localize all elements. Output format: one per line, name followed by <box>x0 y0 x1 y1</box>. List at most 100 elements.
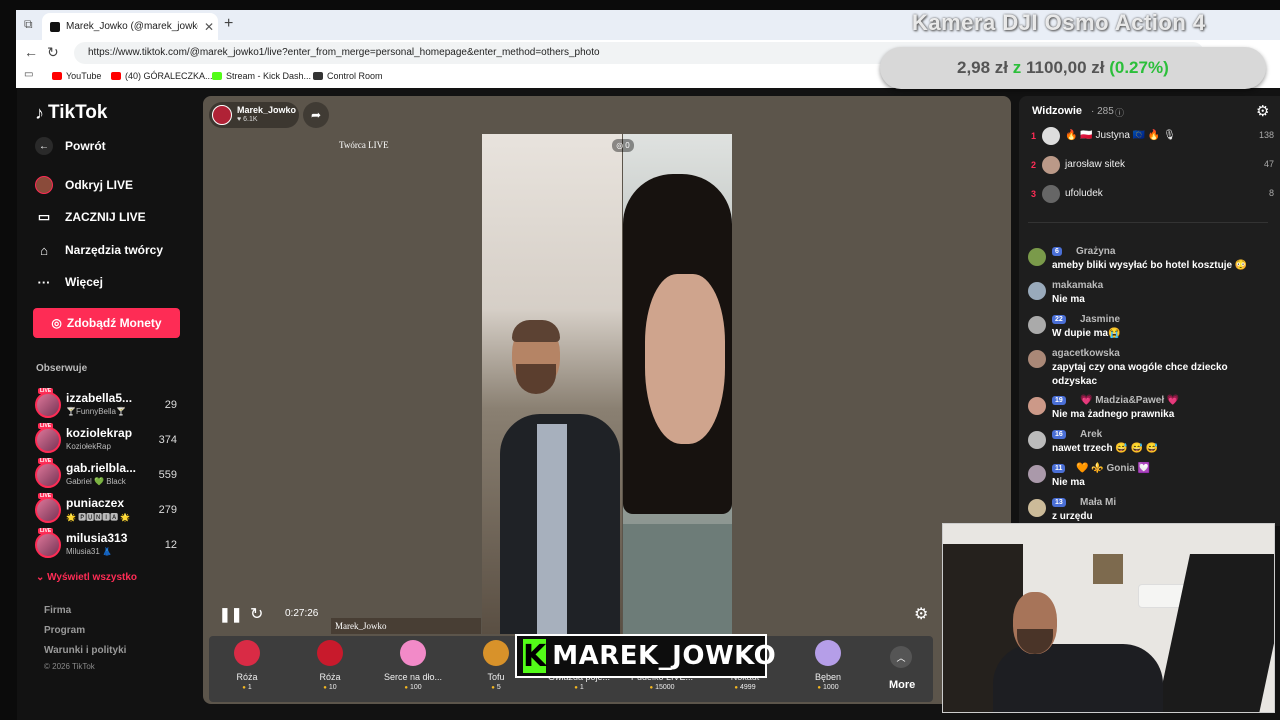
reading-list-icon[interactable]: ▭ <box>24 69 33 80</box>
goal-separator: z <box>1012 58 1022 77</box>
browser-tab-active[interactable]: Marek_Jowko (@marek_jowko1) p ✕ <box>42 13 218 40</box>
close-tab-icon[interactable]: ✕ <box>204 20 214 34</box>
player-settings-button[interactable]: ⚙ <box>914 604 928 624</box>
following-item[interactable]: LIVE koziolekrap KoziołekRap 374 <box>35 423 185 455</box>
avatar <box>1028 397 1046 415</box>
gift-item[interactable]: Bęben 1000 <box>788 640 868 691</box>
following-item[interactable]: LIVE gab.rielbla... Gabriel 💚 Black 559 <box>35 458 185 490</box>
gift-price: 1 <box>539 684 619 691</box>
goal-current: 2,98 zł <box>957 58 1009 77</box>
chat-text: Nie ma żadnego prawnika <box>1052 409 1175 420</box>
gift-price: 15000 <box>622 684 702 691</box>
viewer-count: 29 <box>164 399 177 411</box>
footer-link-program[interactable]: Program <box>44 625 85 636</box>
sidebar-item-label: ZACZNIJ LIVE <box>65 210 146 224</box>
get-coins-button[interactable]: ◎ Zdobądź Monety <box>33 308 180 338</box>
level-badge: 19 <box>1052 396 1066 405</box>
avatar <box>35 392 61 418</box>
level-badge: 6 <box>1052 247 1062 256</box>
bookmark-label: Stream - Kick Dash... <box>226 71 312 81</box>
reload-icon[interactable]: ↻ <box>47 44 59 61</box>
drum-gift-icon <box>815 640 841 666</box>
following-heading: Obserwuje <box>36 363 88 374</box>
following-name: puniaczex <box>66 496 125 510</box>
footer-link-terms[interactable]: Warunki i polityki <box>44 645 126 656</box>
following-item[interactable]: LIVE izzabella5... 🍸FunnyBella🍸 29 <box>35 388 185 420</box>
person-hair <box>512 320 560 342</box>
more-gifts-button[interactable]: More <box>889 679 915 691</box>
refresh-button[interactable]: ↻ <box>250 604 263 624</box>
viewers-count: · 285 <box>1091 106 1114 117</box>
chat-username[interactable]: Mała Mi <box>1080 497 1116 508</box>
bookmark-control-room[interactable]: Control Room <box>313 71 383 81</box>
bookmark-label: Control Room <box>327 71 383 81</box>
following-item[interactable]: LIVE puniaczex 🌟 🅿🆄🅽🅸🅰 🌟 279 <box>35 493 185 525</box>
host-name: Marek_Jowko <box>237 105 297 115</box>
bookmark-label: YouTube <box>66 71 102 81</box>
following-subtitle: Gabriel 💚 Black <box>66 477 126 486</box>
panel-settings-button[interactable]: ⚙ <box>1256 102 1269 120</box>
refresh-icon: ↻ <box>250 606 264 623</box>
sidebar-item-discover-live[interactable]: Odkryj LIVE <box>35 176 133 194</box>
chat-username[interactable]: Grażyna <box>1076 246 1115 257</box>
following-subtitle: 🍸FunnyBella🍸 <box>66 407 126 416</box>
info-icon[interactable]: ⓘ <box>1115 106 1124 119</box>
host-likes-count: 6.1K <box>243 116 258 123</box>
chat-username[interactable]: makamaka <box>1052 280 1103 291</box>
viewer-count: 374 <box>158 434 177 446</box>
new-tab-button[interactable]: + <box>224 15 233 33</box>
creator-live-tag: Twórca LIVE <box>339 140 389 150</box>
bookmark-youtube[interactable]: YouTube <box>52 71 101 81</box>
more-gifts-toggle[interactable]: ︿ <box>890 646 912 668</box>
share-button[interactable]: ➦ <box>303 102 329 128</box>
copyright-text: © 2026 TikTok <box>44 662 95 671</box>
avatar <box>1028 350 1046 368</box>
chat-username[interactable]: agacetkowska <box>1052 348 1120 359</box>
stream-timer: 0:27:26 <box>285 608 319 619</box>
avatar <box>1042 185 1060 203</box>
top-viewer-row[interactable]: 2 jarosław sitek 47 <box>1030 156 1280 178</box>
avatar <box>1028 431 1046 449</box>
gift-price: 10 <box>290 684 370 691</box>
sidebar-item-start-live[interactable]: ▭ ZACZNIJ LIVE <box>35 208 146 226</box>
kick-username: MAREK_JOWKO <box>552 641 777 671</box>
person-silhouette <box>993 644 1163 712</box>
following-item[interactable]: LIVE milusia313 Milusia31 👗 12 <box>35 528 185 560</box>
youtube-icon <box>111 72 121 80</box>
tab-actions-icon[interactable]: ⧉ <box>24 17 33 32</box>
gift-item[interactable]: Serce na dło... 100 <box>373 640 453 691</box>
chevron-down-icon: ⌄ <box>36 572 45 583</box>
top-viewer-row[interactable]: 3 ufoludek 8 <box>1030 185 1280 207</box>
back-button[interactable]: ← Powrót <box>35 137 106 155</box>
chat-username[interactable]: 💗 Madzia&Paweł 💗 <box>1080 395 1179 406</box>
pause-button[interactable]: ❚❚ <box>219 606 242 623</box>
avatar <box>1028 282 1046 300</box>
following-name: izzabella5... <box>66 391 133 405</box>
back-arrow-icon[interactable]: ← <box>24 44 38 60</box>
footer-link-company[interactable]: Firma <box>44 605 71 616</box>
sidebar-item-label: Odkryj LIVE <box>65 178 134 192</box>
gift-item[interactable]: Róża 1 <box>207 640 287 691</box>
gift-item[interactable]: Róża 10 <box>290 640 370 691</box>
tiktok-logo[interactable]: ♪ TikTok <box>35 102 107 124</box>
divider <box>1028 222 1268 223</box>
chat-username[interactable]: Jasmine <box>1080 314 1120 325</box>
show-all-label: Wyświetl wszystko <box>47 572 138 583</box>
chat-username[interactable]: Arek <box>1080 429 1102 440</box>
chat-username[interactable]: 🧡 ⚜️ Gonia 💟 <box>1076 463 1150 474</box>
bookmark-goraleczka[interactable]: (40) GÓRALECZKA... <box>111 71 213 81</box>
bookmark-kick[interactable]: Stream - Kick Dash... <box>212 71 311 81</box>
level-badge: 16 <box>1052 430 1066 439</box>
rose-gift-icon <box>317 640 343 666</box>
back-label: Powrót <box>65 139 106 153</box>
top-viewer-row[interactable]: 1 🔥 🇵🇱 Justyna 🇪🇺 🔥 🎙 138 <box>1030 127 1280 149</box>
avatar <box>35 462 61 488</box>
tiktok-note-icon: ♪ <box>35 102 44 123</box>
camera-icon: ▭ <box>37 209 51 224</box>
sidebar-item-more[interactable]: ··· Więcej <box>35 273 103 291</box>
share-arrow-icon: ➦ <box>310 108 322 122</box>
following-name: gab.rielbla... <box>66 461 137 475</box>
show-all-link[interactable]: ⌄ Wyświetl wszystko <box>36 572 137 583</box>
sidebar-item-creator-tools[interactable]: ⌂ Narzędzia twórcy <box>35 241 163 259</box>
bookmark-label: (40) GÓRALECZKA... <box>125 71 213 81</box>
